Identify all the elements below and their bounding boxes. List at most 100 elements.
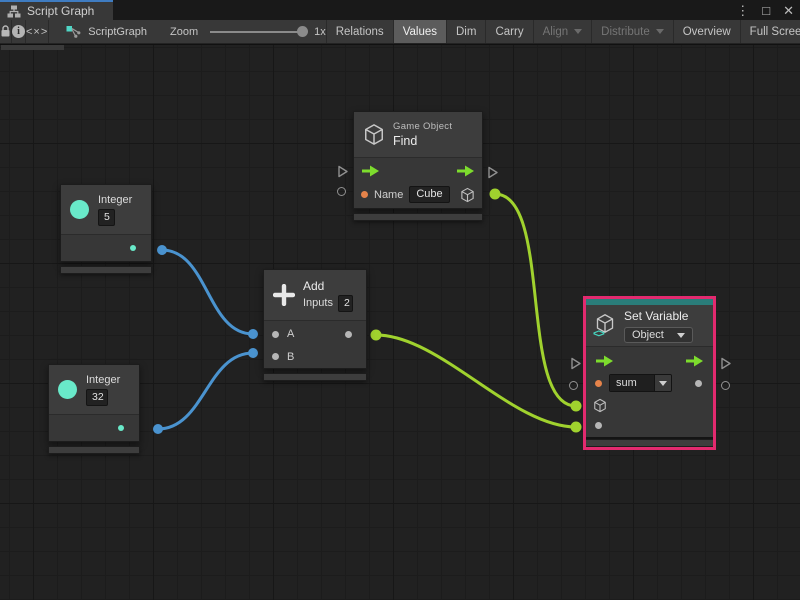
wire-endpoint[interactable] <box>248 329 258 339</box>
overview-button[interactable]: Overview <box>673 20 740 43</box>
wire-endpoint[interactable] <box>571 401 582 412</box>
fullscreen-button[interactable]: Full Screen <box>740 20 800 43</box>
node-add[interactable]: Add Inputs 2 A B <box>263 269 367 381</box>
chevron-down-icon <box>659 381 667 386</box>
close-icon[interactable]: ✕ <box>783 4 794 17</box>
toolbar-edge-strip <box>1 45 64 50</box>
scope-label: Object <box>632 329 664 341</box>
chevron-down-icon <box>656 29 664 34</box>
chevron-down-icon <box>574 29 582 34</box>
setvariable-control-in-triangle[interactable] <box>570 357 582 370</box>
name-input-port[interactable] <box>361 191 368 198</box>
zoom-control: Zoom 1x <box>170 20 326 43</box>
plus-icon <box>273 284 295 306</box>
wire-integer5-to-add-a[interactable] <box>162 250 253 334</box>
values-button[interactable]: Values <box>393 20 446 43</box>
node-integer-32[interactable]: Integer 32 <box>48 364 140 454</box>
wire-endpoint[interactable] <box>571 422 582 433</box>
port-a-label: A <box>287 328 294 340</box>
variable-code-icon: <> <box>593 328 604 340</box>
setvariable-in-circle[interactable] <box>569 381 578 390</box>
graph-breadcrumb[interactable]: ScriptGraph <box>49 20 147 43</box>
tab-script-graph[interactable]: Script Graph <box>0 0 113 20</box>
toolbar-button-group: Relations Values Dim Carry Align Distrib… <box>326 20 800 43</box>
zoom-slider-handle[interactable] <box>297 26 308 37</box>
integer-value-field[interactable]: 5 <box>98 209 115 226</box>
node-integer-5[interactable]: Integer 5 <box>60 184 152 274</box>
window-controls: ⋮ □ ✕ <box>736 0 794 20</box>
name-param-label: Name <box>374 189 403 201</box>
node-title: Integer <box>98 194 132 207</box>
output-port-sum[interactable] <box>345 331 352 338</box>
align-dropdown-button[interactable]: Align <box>533 20 592 43</box>
port-b-label: B <box>287 351 294 363</box>
node-set-variable-selected[interactable]: <> Set Variable Object <box>583 296 716 450</box>
code-preview-button[interactable]: <×> <box>26 20 49 43</box>
wire-add-to-setvariable-value[interactable] <box>376 335 576 427</box>
graph-toolbar: i <×> ScriptGraph Zoom 1x Relations Valu… <box>0 20 800 44</box>
menu-icon[interactable]: ⋮ <box>736 4 749 17</box>
node-title: Add <box>303 278 353 294</box>
graph-name-label: ScriptGraph <box>88 26 147 38</box>
target-gameobject-port-icon[interactable] <box>593 398 607 413</box>
info-button[interactable]: i <box>12 20 26 43</box>
script-graph-icon <box>66 25 81 38</box>
integer-type-icon <box>70 200 89 219</box>
output-port[interactable] <box>130 245 136 251</box>
node-title: Set Variable <box>624 308 693 324</box>
node-title: Find <box>393 133 452 149</box>
variable-scope-dropdown[interactable]: Object <box>624 327 693 343</box>
lock-button[interactable] <box>0 20 12 43</box>
setvariable-out-circle[interactable] <box>721 381 730 390</box>
find-name-in-circle[interactable] <box>337 187 346 196</box>
flow-input-arrow-icon[interactable] <box>595 355 614 367</box>
node-footer <box>263 373 367 381</box>
wire-endpoint[interactable] <box>157 245 167 255</box>
tab-title: Script Graph <box>27 4 94 18</box>
variable-name-value[interactable]: sum <box>610 375 654 391</box>
name-value-field[interactable]: Cube <box>409 186 449 203</box>
flow-output-arrow-icon[interactable] <box>685 355 704 367</box>
wire-endpoint[interactable] <box>248 348 258 358</box>
find-control-out-triangle[interactable] <box>487 166 499 179</box>
variable-name-dropdown[interactable]: sum <box>609 374 672 392</box>
integer-type-icon <box>58 380 77 399</box>
graph-canvas[interactable]: Integer 5 Integer 32 <box>0 45 800 600</box>
value-input-port[interactable] <box>595 422 602 429</box>
integer-value-field[interactable]: 32 <box>86 389 108 406</box>
input-port-b[interactable] <box>272 353 279 360</box>
inputs-count-field[interactable]: 2 <box>338 295 353 312</box>
output-value-port[interactable] <box>695 380 702 387</box>
node-gameobject-find[interactable]: Game Object Find Na <box>353 111 483 221</box>
variable-name-port[interactable] <box>595 380 602 387</box>
dim-button[interactable]: Dim <box>446 20 485 43</box>
node-footer <box>48 446 140 454</box>
hierarchy-icon <box>7 5 21 18</box>
wire-endpoint[interactable] <box>153 424 163 434</box>
gameobject-output-port-icon[interactable] <box>460 187 475 203</box>
carry-button[interactable]: Carry <box>485 20 532 43</box>
input-port-a[interactable] <box>272 331 279 338</box>
wire-endpoint[interactable] <box>371 330 382 341</box>
distribute-dropdown-button[interactable]: Distribute <box>591 20 673 43</box>
flow-input-arrow-icon[interactable] <box>361 165 380 177</box>
maximize-icon[interactable]: □ <box>762 4 770 17</box>
output-port[interactable] <box>118 425 124 431</box>
find-control-in-triangle[interactable] <box>337 165 349 178</box>
inputs-label: Inputs <box>303 297 333 310</box>
setvariable-control-out-triangle[interactable] <box>720 357 732 370</box>
lock-icon <box>0 25 11 38</box>
zoom-label: Zoom <box>170 26 198 38</box>
align-label: Align <box>543 26 569 38</box>
flow-output-arrow-icon[interactable] <box>456 165 475 177</box>
wire-find-to-setvariable-target[interactable] <box>495 194 576 406</box>
chevron-down-icon <box>677 333 685 338</box>
zoom-value: 1x <box>314 26 326 38</box>
zoom-slider-track[interactable] <box>210 31 305 33</box>
wire-endpoint[interactable] <box>490 189 501 200</box>
wire-integer32-to-add-b[interactable] <box>158 353 253 429</box>
relations-button[interactable]: Relations <box>326 20 393 43</box>
node-footer <box>60 266 152 274</box>
object-variable-icon: <> <box>594 313 615 339</box>
dropdown-button[interactable] <box>654 375 671 391</box>
